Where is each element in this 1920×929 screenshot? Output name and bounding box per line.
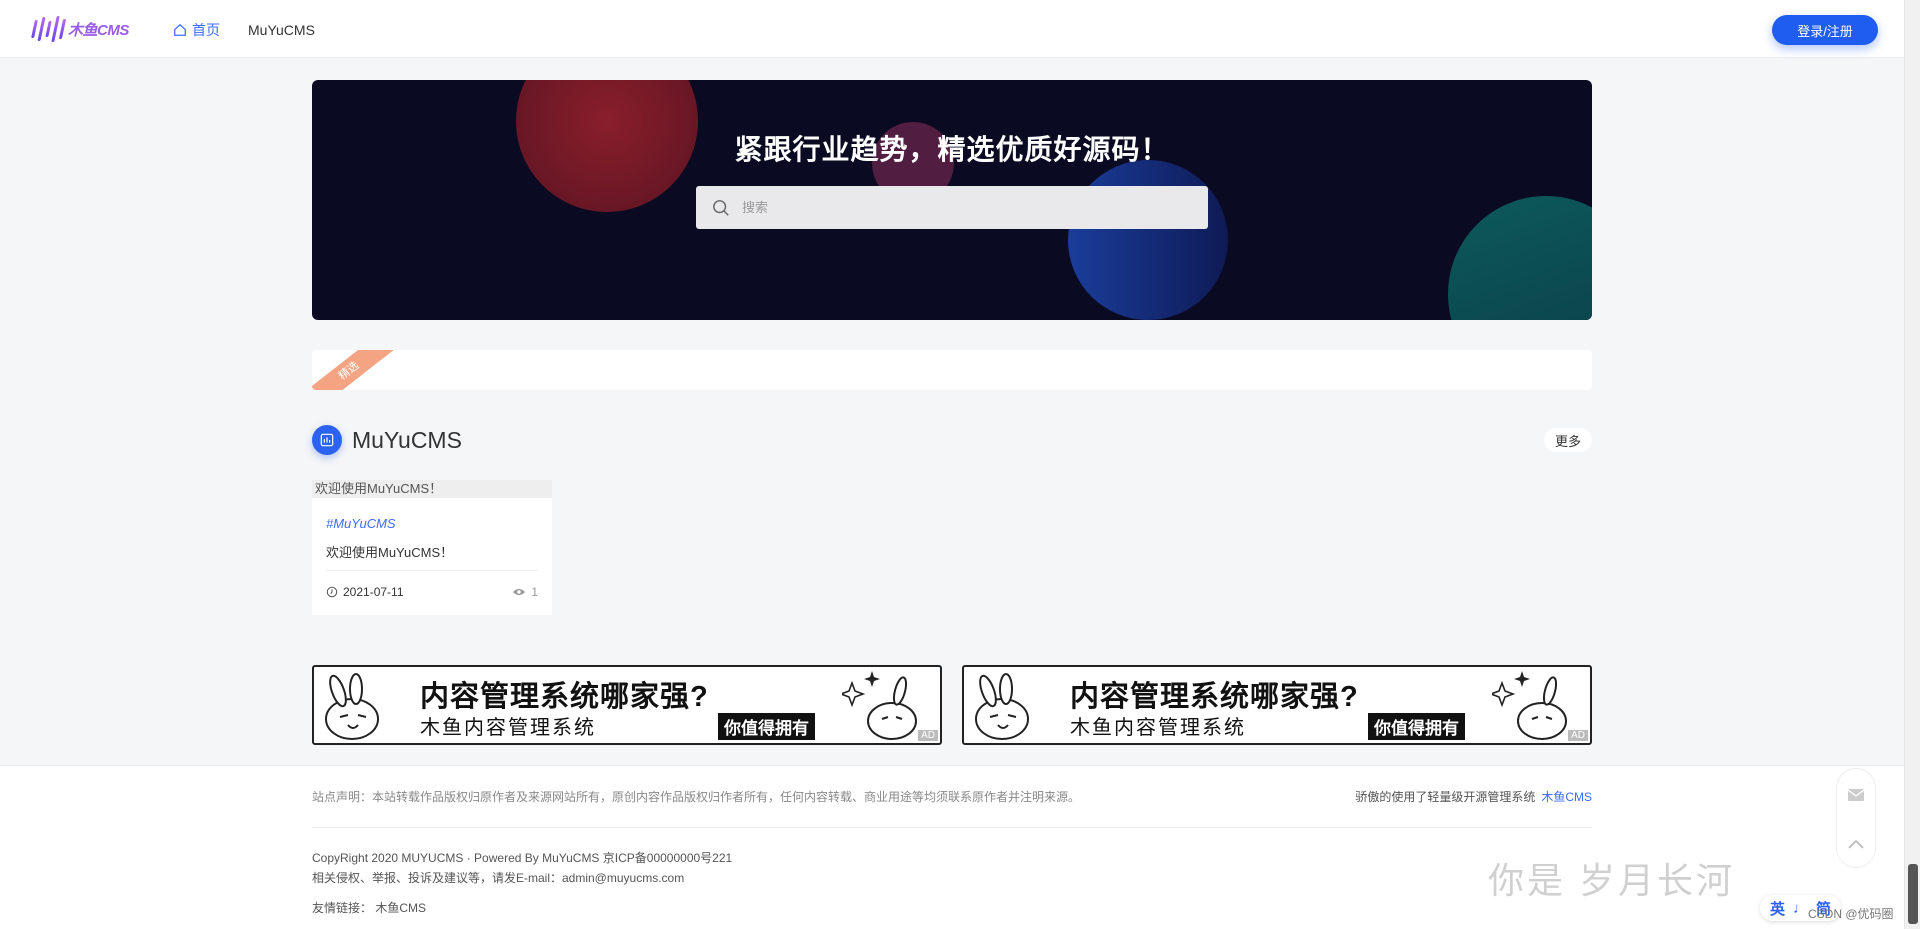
decor-circle: [1068, 160, 1228, 320]
floating-toolbar: [1836, 768, 1876, 868]
page-scrollbar[interactable]: [1904, 0, 1920, 929]
article-date-text: 2021-07-11: [343, 585, 404, 599]
copyright-text: CopyRight 2020 MUYUCMS · Powered By MuYu…: [312, 851, 733, 865]
powered-text: 骄傲的使用了轻量级开源管理系统: [1355, 790, 1536, 804]
decor-circle: [1448, 196, 1592, 320]
eye-icon: [513, 588, 526, 596]
ad-headline: 内容管理系统哪家强?: [1070, 681, 1359, 713]
friend-links: 友情链接： 木鱼CMS: [312, 899, 426, 916]
top-header: 木鱼CMS 首页 MuYuCMS 登录/注册: [0, 0, 1904, 58]
ad-badge: AD: [1568, 730, 1588, 741]
card-divider: [326, 570, 538, 571]
article-date: 2021-07-11: [326, 585, 404, 599]
friend-links-label: 友情链接：: [312, 901, 373, 915]
ad-subtitle: 木鱼内容管理系统: [420, 717, 596, 739]
sparkle-bunny-illustration: [842, 671, 917, 740]
article-title[interactable]: 欢迎使用MuYuCMS！: [326, 542, 453, 561]
featured-strip: 精选: [312, 350, 1592, 390]
report-text: 相关侵权、举报、投诉及建议等，请发E-mail：admin@muyucms.co…: [312, 871, 685, 885]
watermark-text: 你是 岁月长河: [1488, 860, 1736, 901]
nav-item-label: 首页: [192, 22, 220, 38]
more-button[interactable]: 更多: [1544, 428, 1592, 452]
logo-mark-icon: [31, 16, 67, 42]
ad-headline: 内容管理系统哪家强?: [420, 681, 709, 713]
hero-banner: 紧跟行业趋势，精选优质好源码！: [312, 80, 1592, 320]
main-nav: 首页 MuYuCMS: [173, 20, 315, 40]
footer-powered-by: 骄傲的使用了轻量级开源管理系统 木鱼CMS: [1355, 788, 1592, 805]
ad-subtitle: 木鱼内容管理系统: [1070, 717, 1246, 739]
article-tag[interactable]: #MuYuCMS: [326, 516, 396, 531]
article-thumbnail[interactable]: 欢迎使用MuYuCMS！: [312, 480, 552, 498]
article-views: 1: [512, 585, 538, 599]
nav-item-label: MuYuCMS: [248, 22, 315, 38]
login-register-button[interactable]: 登录/注册: [1772, 15, 1878, 45]
csdn-watermark: CSDN @优码圈: [1808, 907, 1894, 921]
ime-lang-toggle[interactable]: 英: [1770, 898, 1785, 919]
footer-notice: 站点声明：本站转载作品版权归原作者及来源网站所有，原创内容作品版权归作者所有，任…: [312, 790, 1081, 804]
site-logo[interactable]: 木鱼CMS: [31, 14, 129, 44]
article-card[interactable]: 欢迎使用MuYuCMS！ #MuYuCMS 欢迎使用MuYuCMS！ 2021-…: [312, 480, 552, 615]
ad-slogan: 你值得拥有: [718, 713, 815, 740]
nav-item-muyucms[interactable]: MuYuCMS: [248, 20, 315, 40]
featured-ribbon: 精选: [312, 350, 400, 390]
search-box[interactable]: [696, 186, 1208, 229]
mail-icon[interactable]: [1847, 788, 1865, 802]
ad-banner-left[interactable]: 内容管理系统哪家强? 木鱼内容管理系统 你值得拥有 AD: [312, 665, 942, 745]
banner-title: 紧跟行业趋势，精选优质好源码！: [734, 134, 1170, 165]
friend-link-item[interactable]: 木鱼CMS: [375, 901, 426, 915]
footer-copyright: CopyRight 2020 MUYUCMS · Powered By MuYu…: [312, 848, 732, 888]
bunny-illustration: [325, 673, 379, 740]
scrollbar-thumb[interactable]: [1908, 864, 1918, 924]
nav-item-home[interactable]: 首页: [173, 20, 220, 40]
ad-badge: AD: [918, 730, 938, 741]
powered-link[interactable]: 木鱼CMS: [1541, 790, 1592, 804]
search-icon[interactable]: [712, 199, 730, 217]
footer-divider: [312, 827, 1592, 828]
section-title: MuYuCMS: [352, 427, 462, 453]
back-to-top-icon[interactable]: [1848, 839, 1864, 849]
sparkle-bunny-illustration: [1492, 671, 1567, 740]
category-icon: [312, 425, 342, 455]
ime-punct-toggle[interactable]: ♩: [1793, 900, 1808, 917]
ad-banner-right[interactable]: 内容管理系统哪家强? 木鱼内容管理系统 你值得拥有 AD: [962, 665, 1592, 745]
ad-slogan: 你值得拥有: [1368, 713, 1465, 740]
home-icon: [174, 23, 186, 36]
clock-icon: [326, 586, 338, 598]
chart-icon: [320, 433, 334, 447]
site-footer: 站点声明：本站转载作品版权归原作者及来源网站所有，原创内容作品版权归作者所有，任…: [0, 765, 1904, 929]
logo-text: 木鱼CMS: [68, 21, 129, 39]
bunny-illustration: [975, 673, 1029, 740]
article-views-count: 1: [531, 585, 538, 599]
search-input[interactable]: [742, 200, 1182, 215]
